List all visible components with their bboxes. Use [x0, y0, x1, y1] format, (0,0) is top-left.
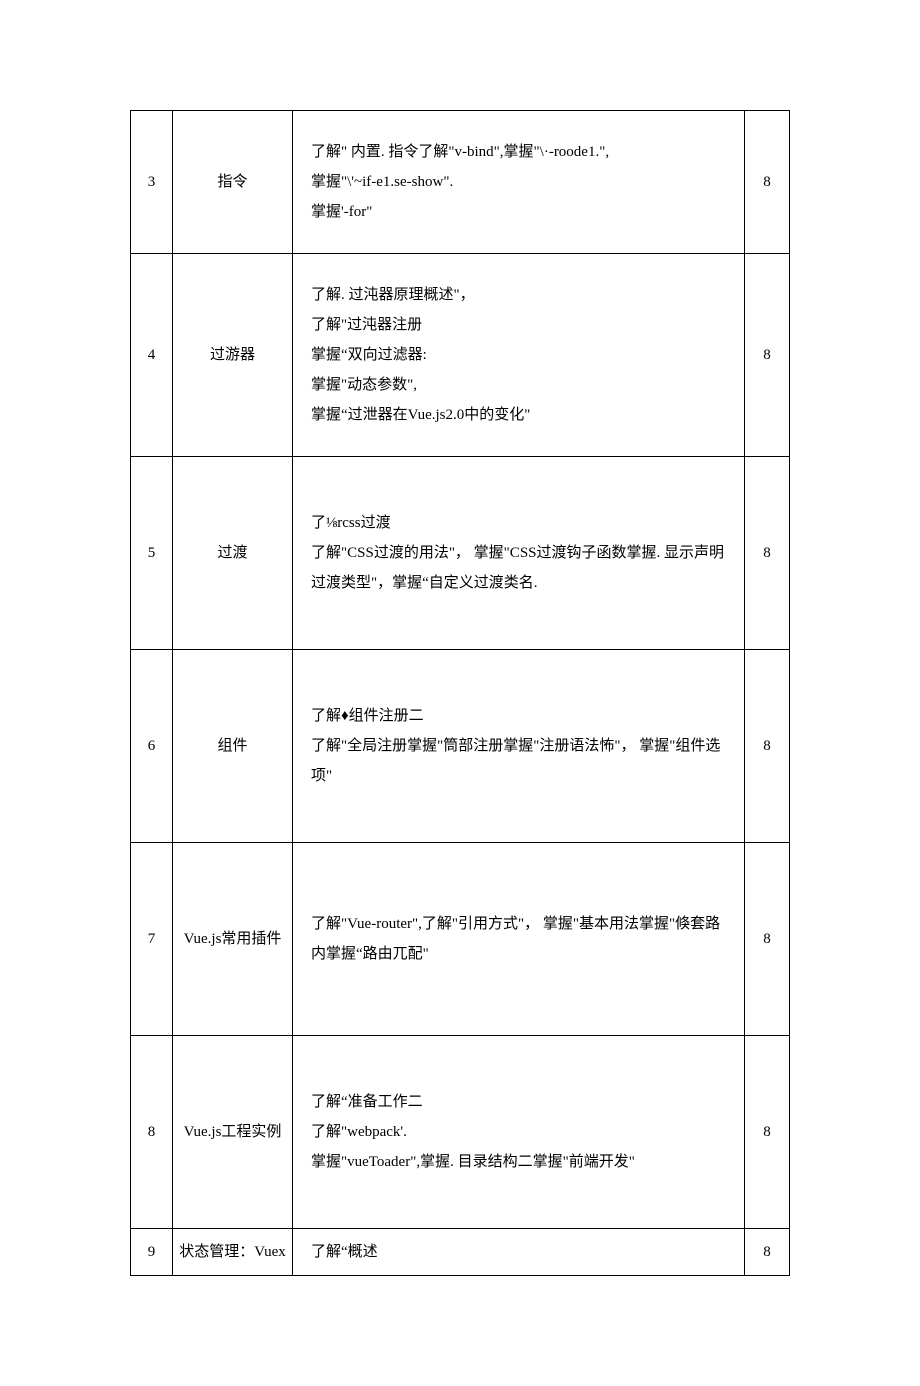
- row-topic: 过渡: [173, 457, 293, 650]
- row-description: 了解"Vue-router",了解"引用方式"， 掌握"基本用法掌握"倏套路内掌…: [293, 843, 745, 1036]
- row-number: 4: [131, 254, 173, 457]
- row-topic: 过游器: [173, 254, 293, 457]
- row-number: 3: [131, 111, 173, 254]
- row-hours: 8: [745, 1036, 790, 1229]
- row-hours: 8: [745, 254, 790, 457]
- row-topic: Vue.js工程实例: [173, 1036, 293, 1229]
- row-topic: 状态管理：Vuex: [173, 1229, 293, 1276]
- row-hours: 8: [745, 843, 790, 1036]
- table-row: 6 组件 了解♦组件注册二了解"全局注册掌握"筒部注册掌握"注册语法怖"， 掌握…: [131, 650, 790, 843]
- table-row: 8 Vue.js工程实例 了解“准备工作二了解"webpack'.掌握"vueT…: [131, 1036, 790, 1229]
- row-number: 8: [131, 1036, 173, 1229]
- table-row: 9 状态管理：Vuex 了解“概述 8: [131, 1229, 790, 1276]
- row-hours: 8: [745, 111, 790, 254]
- row-number: 6: [131, 650, 173, 843]
- row-description: 了解“概述: [293, 1229, 745, 1276]
- row-topic: Vue.js常用插件: [173, 843, 293, 1036]
- row-description: 了解♦组件注册二了解"全局注册掌握"筒部注册掌握"注册语法怖"， 掌握"组件选项…: [293, 650, 745, 843]
- table-row: 3 指令 了解" 内置. 指令了解"v-bind",掌握"\·-roode1."…: [131, 111, 790, 254]
- row-description: 了解" 内置. 指令了解"v-bind",掌握"\·-roode1.",掌握"\…: [293, 111, 745, 254]
- row-hours: 8: [745, 457, 790, 650]
- table-row: 4 过游器 了解. 过沌器原理概述"，了解"过沌器注册掌握“双向过滤器:掌握"动…: [131, 254, 790, 457]
- row-topic: 组件: [173, 650, 293, 843]
- row-description: 了解. 过沌器原理概述"，了解"过沌器注册掌握“双向过滤器:掌握"动态参数",掌…: [293, 254, 745, 457]
- row-topic: 指令: [173, 111, 293, 254]
- syllabus-table: 3 指令 了解" 内置. 指令了解"v-bind",掌握"\·-roode1."…: [130, 110, 790, 1276]
- table-row: 5 过渡 了⅛rcss过渡了解"CSS过渡的用法"， 掌握"CSS过渡钩子函数掌…: [131, 457, 790, 650]
- row-description: 了解“准备工作二了解"webpack'.掌握"vueToader",掌握. 目录…: [293, 1036, 745, 1229]
- row-hours: 8: [745, 650, 790, 843]
- row-number: 9: [131, 1229, 173, 1276]
- row-description: 了⅛rcss过渡了解"CSS过渡的用法"， 掌握"CSS过渡钩子函数掌握. 显示…: [293, 457, 745, 650]
- row-number: 7: [131, 843, 173, 1036]
- row-hours: 8: [745, 1229, 790, 1276]
- row-number: 5: [131, 457, 173, 650]
- table-row: 7 Vue.js常用插件 了解"Vue-router",了解"引用方式"， 掌握…: [131, 843, 790, 1036]
